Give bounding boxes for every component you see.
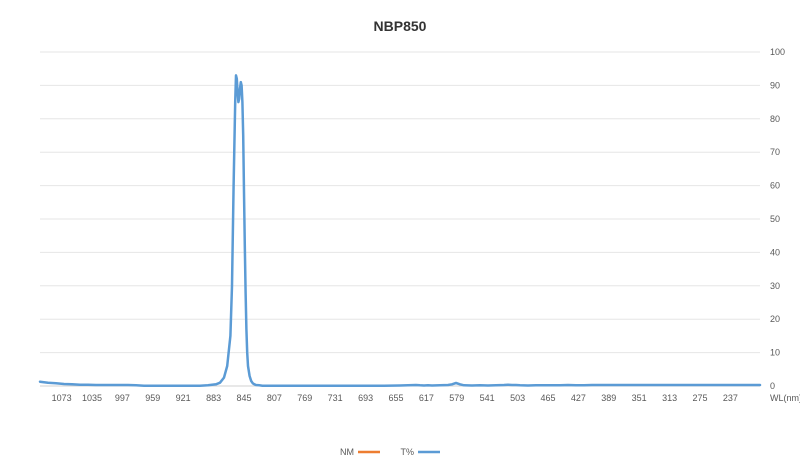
y-tick-label: 20	[770, 314, 780, 324]
x-tick-label: 465	[540, 393, 555, 403]
x-tick-label: 883	[206, 393, 221, 403]
axes: 0 10 20 30 40 50 60 70 80 90 100 1073 1035 997 959 921 8…	[52, 47, 800, 403]
x-tick-label: 275	[692, 393, 707, 403]
x-tick-label: 1035	[82, 393, 102, 403]
line-chart: NBP850 0 10 20 30 40 50 60 70 80 90 100 1073 1035 997…	[38, 18, 800, 457]
x-tick-label: 845	[236, 393, 251, 403]
x-tick-label: 655	[388, 393, 403, 403]
legend: T% NM	[340, 447, 440, 457]
y-tick-label: 10	[770, 348, 780, 358]
chart-container: NBP850 0 10 20 30 40 50 60 70 80 90 100 1073 1035 997…	[0, 0, 800, 467]
x-tick-label: 693	[358, 393, 373, 403]
y-tick-label: 70	[770, 147, 780, 157]
y-tick-label: 30	[770, 281, 780, 291]
series-line	[38, 74, 762, 387]
x-tick-label: 351	[632, 393, 647, 403]
x-tick-label: 769	[297, 393, 312, 403]
y-tick-label: 50	[770, 214, 780, 224]
x-tick-label: 921	[176, 393, 191, 403]
y-tick-label: 90	[770, 80, 780, 90]
x-tick-label: 503	[510, 393, 525, 403]
x-tick-label: 1073	[52, 393, 72, 403]
grid-lines	[40, 51, 760, 387]
x-tick-label: 389	[601, 393, 616, 403]
x-tick-label: 997	[115, 393, 130, 403]
x-tick-label: 617	[419, 393, 434, 403]
legend-label: NM	[340, 447, 354, 457]
y-tick-label: 0	[770, 381, 775, 391]
x-tick-label: 807	[267, 393, 282, 403]
y-tick-label: 100	[770, 47, 785, 57]
y-tick-label: 80	[770, 114, 780, 124]
y-tick-label: 40	[770, 247, 780, 257]
x-tick-label: 427	[571, 393, 586, 403]
x-tick-label: 313	[662, 393, 677, 403]
x-tick-label: 959	[145, 393, 160, 403]
y-tick-label: 60	[770, 181, 780, 191]
series-lines	[38, 74, 762, 387]
x-tick-label: 237	[723, 393, 738, 403]
x-tick-label: 541	[480, 393, 495, 403]
x-axis-label: WL(nm)	[770, 393, 800, 403]
chart-title: NBP850	[374, 18, 427, 34]
x-tick-label: 731	[328, 393, 343, 403]
legend-label: T%	[401, 447, 415, 457]
x-tick-label: 579	[449, 393, 464, 403]
